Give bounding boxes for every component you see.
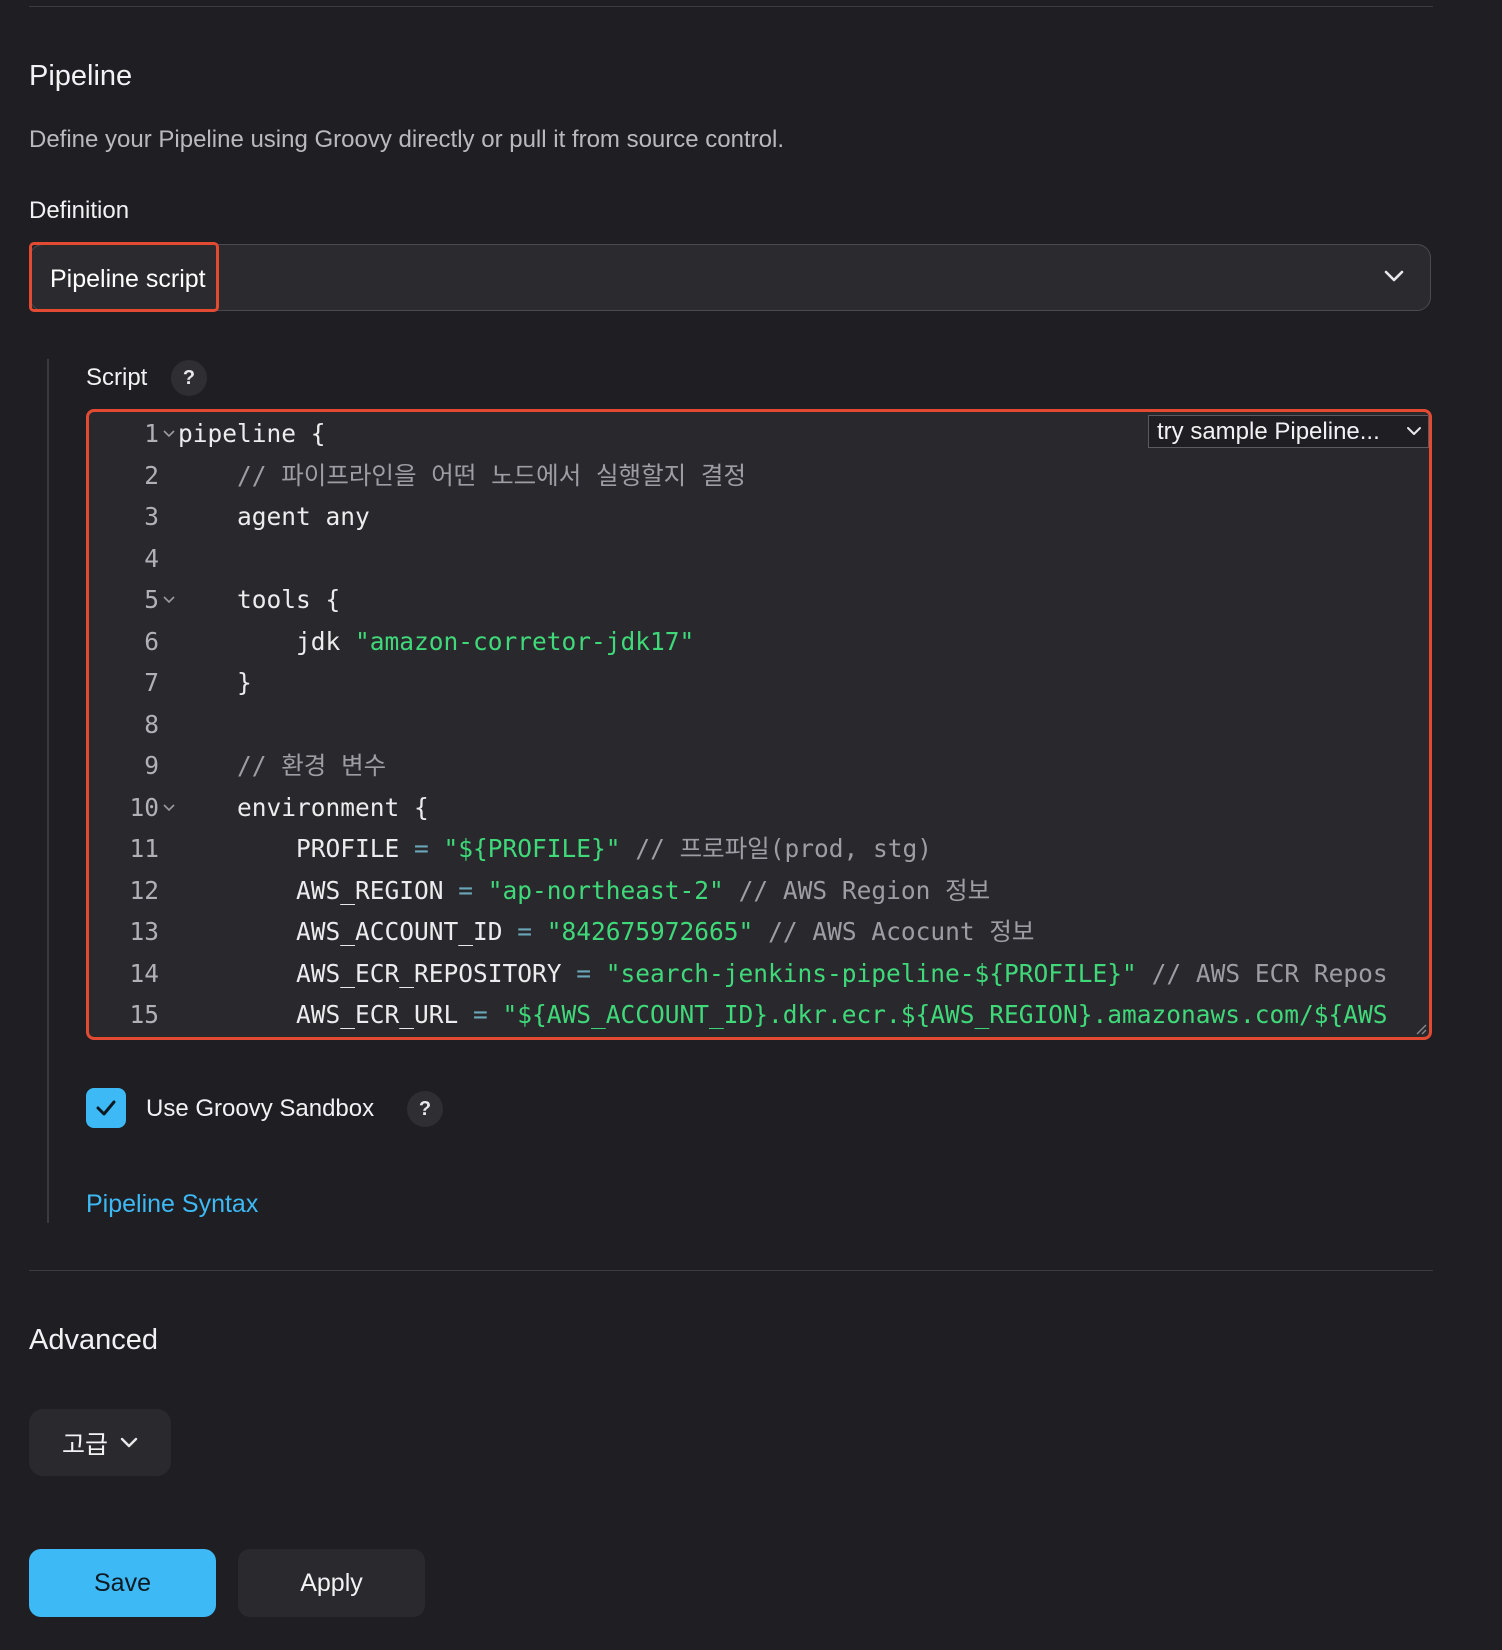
chevron-down-icon bbox=[1407, 427, 1421, 435]
code-token: = bbox=[473, 1000, 503, 1029]
code-line[interactable]: tools { bbox=[178, 579, 340, 620]
pipeline-syntax-link[interactable]: Pipeline Syntax bbox=[86, 1190, 258, 1219]
section-divider bbox=[29, 1270, 1433, 1271]
code-string: "842675972665" bbox=[546, 917, 754, 946]
line-number: 7 bbox=[144, 668, 159, 697]
code-string: "amazon-corretor-jdk17" bbox=[355, 626, 695, 656]
definition-select[interactable]: Pipeline script bbox=[29, 242, 1431, 312]
try-sample-pipeline-select[interactable]: try sample Pipeline... bbox=[1148, 415, 1429, 448]
save-button[interactable]: Save bbox=[29, 1549, 216, 1617]
code-token: } bbox=[237, 668, 252, 697]
code-comment: // 환경 변수 bbox=[237, 751, 387, 780]
code-string: "ap-northeast-2" bbox=[487, 875, 724, 905]
line-number: 2 bbox=[144, 460, 159, 490]
advanced-toggle-label: 고급 bbox=[61, 1430, 108, 1459]
code-line[interactable]: AWS_REGION = "ap-northeast-2" // AWS Reg… bbox=[178, 870, 990, 911]
code-token: jdk bbox=[296, 626, 356, 656]
fold-chevron-icon[interactable] bbox=[161, 579, 177, 620]
script-label: Script bbox=[86, 364, 148, 391]
code-token: pipeline { bbox=[178, 419, 326, 448]
code-comment: // AWS Region 정보 bbox=[723, 875, 991, 905]
advanced-toggle-button[interactable]: 고급 bbox=[29, 1409, 171, 1476]
code-token: AWS_ECR_URL bbox=[296, 1000, 474, 1029]
code-string: "${AWS_ACCOUNT_ID}.dkr.ecr.${AWS_REGION}… bbox=[502, 1000, 1388, 1029]
line-number: 8 bbox=[144, 709, 159, 739]
line-number: 14 bbox=[129, 958, 159, 988]
code-token: AWS_ACCOUNT_ID bbox=[296, 917, 518, 946]
use-groovy-sandbox-checkbox[interactable] bbox=[86, 1088, 126, 1128]
code-line[interactable]: PROFILE = "${PROFILE}" // 프로파일(prod, stg… bbox=[178, 828, 932, 869]
code-string: "search-jenkins-pipeline-${PROFILE}" bbox=[605, 958, 1137, 988]
apply-button[interactable]: Apply bbox=[238, 1549, 425, 1617]
code-line[interactable]: AWS_ACCOUNT_ID = "842675972665" // AWS A… bbox=[178, 911, 1034, 952]
line-number: 11 bbox=[129, 834, 159, 863]
code-token: environment { bbox=[237, 792, 429, 822]
use-groovy-sandbox-label[interactable]: Use Groovy Sandbox bbox=[146, 1095, 374, 1123]
code-line[interactable]: } bbox=[178, 662, 252, 703]
resize-handle-icon[interactable] bbox=[1415, 1023, 1427, 1035]
definition-label: Definition bbox=[29, 197, 130, 224]
code-line[interactable]: AWS_ECR_REPOSITORY = "search-jenkins-pip… bbox=[178, 953, 1388, 994]
line-number: 12 bbox=[129, 875, 159, 905]
code-token: = bbox=[458, 875, 488, 905]
try-sample-pipeline-label: try sample Pipeline... bbox=[1157, 418, 1380, 445]
code-comment: // AWS ECR Repos bbox=[1136, 958, 1388, 988]
fold-chevron-icon[interactable] bbox=[161, 413, 177, 454]
checkmark-icon bbox=[96, 1100, 116, 1116]
chevron-down-icon bbox=[1384, 270, 1404, 282]
top-divider bbox=[29, 6, 1433, 7]
pipeline-section-title: Pipeline bbox=[29, 60, 133, 92]
code-token: PROFILE bbox=[296, 834, 415, 863]
code-token: AWS_ECR_REPOSITORY bbox=[296, 958, 577, 988]
code-comment: // 파이프라인을 어떤 노드에서 실행할지 결정 bbox=[237, 460, 746, 490]
line-number: 10 bbox=[129, 792, 159, 822]
advanced-section-title: Advanced bbox=[29, 1324, 158, 1356]
code-line[interactable]: jdk "amazon-corretor-jdk17" bbox=[178, 621, 694, 662]
code-line[interactable]: AWS_ECR_URL = "${AWS_ACCOUNT_ID}.dkr.ecr… bbox=[178, 994, 1388, 1035]
line-number: 13 bbox=[129, 917, 159, 946]
line-number: 4 bbox=[144, 543, 159, 573]
pipeline-description: Define your Pipeline using Groovy direct… bbox=[29, 126, 784, 153]
code-line[interactable]: agent any bbox=[178, 496, 370, 537]
code-token: tools { bbox=[237, 585, 341, 614]
script-help-icon[interactable]: ? bbox=[171, 360, 207, 396]
code-token: = bbox=[576, 958, 606, 988]
line-number: 3 bbox=[144, 502, 159, 531]
chevron-down-icon bbox=[120, 1437, 138, 1447]
code-token: agent any bbox=[237, 502, 370, 531]
code-comment: // AWS Acocunt 정보 bbox=[753, 917, 1035, 946]
line-number: 6 bbox=[144, 626, 159, 656]
line-number: 15 bbox=[129, 1000, 159, 1029]
code-comment: // 프로파일(prod, stg) bbox=[620, 834, 932, 863]
line-number: 9 bbox=[144, 751, 159, 780]
line-number: 1 bbox=[144, 419, 159, 448]
code-token: = bbox=[517, 917, 547, 946]
script-editor[interactable]: 1 pipeline {2 // 파이프라인을 어떤 노드에서 실행할지 결정 3 … bbox=[86, 409, 1432, 1040]
code-line[interactable]: // 환경 변수 bbox=[178, 745, 386, 786]
code-token: AWS_REGION bbox=[296, 875, 459, 905]
fold-chevron-icon[interactable] bbox=[161, 787, 177, 828]
code-line[interactable]: environment { bbox=[178, 787, 429, 828]
sandbox-help-icon[interactable]: ? bbox=[407, 1091, 443, 1127]
definition-highlight-box bbox=[29, 242, 219, 312]
code-string: "${PROFILE}" bbox=[443, 834, 621, 863]
line-number: 5 bbox=[144, 585, 159, 614]
code-line[interactable]: // 파이프라인을 어떤 노드에서 실행할지 결정 bbox=[178, 455, 746, 496]
code-line[interactable]: pipeline { bbox=[178, 413, 326, 454]
nested-section-line bbox=[47, 359, 49, 1223]
code-token: = bbox=[414, 834, 444, 863]
